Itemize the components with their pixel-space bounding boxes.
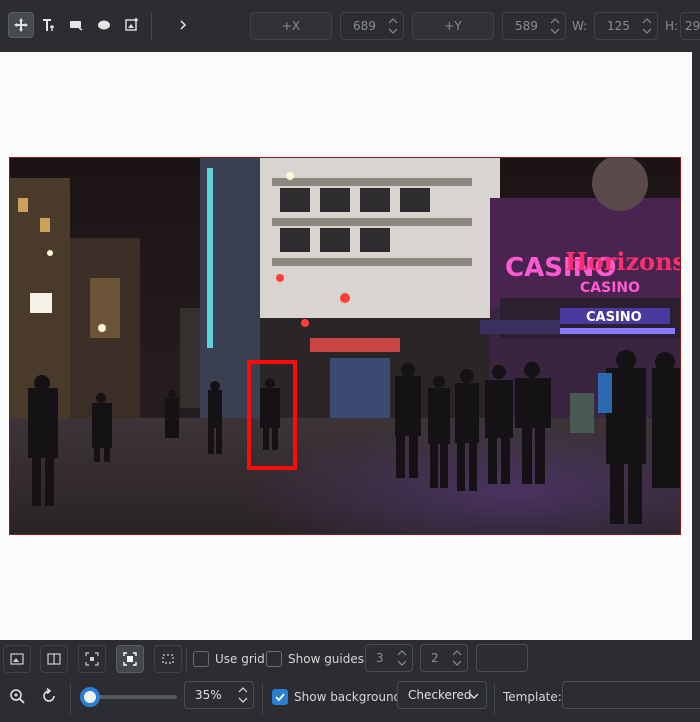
fit-to-window-button[interactable] — [78, 645, 106, 673]
show-background-label: Show background — [294, 690, 402, 704]
guides-rows-value: 2 — [431, 651, 439, 665]
zoom-input[interactable]: 35% — [184, 681, 254, 709]
editor-window: +X 689 +Y 589 W: 125 H: 29 CASINO Horizo… — [0, 0, 700, 722]
checkmark-icon — [275, 693, 285, 702]
svg-text:CASINO: CASINO — [586, 310, 642, 325]
guides-columns-stepper[interactable] — [396, 648, 408, 668]
bg-divider — [262, 683, 263, 715]
guides-rows-input[interactable]: 2 — [420, 644, 468, 672]
svg-text:CASINO: CASINO — [580, 280, 640, 296]
rectangle-tool-button[interactable] — [63, 12, 89, 38]
text-tool-button[interactable] — [36, 12, 62, 38]
ellipse-icon — [98, 20, 110, 30]
top-toolbar: +X 689 +Y 589 W: 125 H: 29 — [0, 0, 700, 52]
height-label: H: — [665, 19, 679, 33]
more-tools-button[interactable] — [170, 12, 196, 38]
y-position-value: 589 — [515, 19, 538, 33]
dashed-selection-icon — [162, 654, 174, 664]
fit-selection-button[interactable] — [116, 645, 144, 673]
add-y-button[interactable]: +Y — [412, 12, 494, 40]
rectangle-icon — [70, 21, 83, 31]
bottom-divider — [186, 647, 187, 671]
y-position-input[interactable]: 589 — [502, 12, 566, 40]
text-cursor-icon — [43, 19, 54, 31]
select-region-button[interactable] — [154, 645, 182, 673]
image-edit-icon — [10, 653, 24, 665]
template-label: Template: — [503, 690, 562, 704]
vertical-scrollbar[interactable] — [692, 52, 700, 640]
background-mode-select[interactable]: Checkered — [397, 681, 487, 709]
street-photo[interactable]: CASINO Horizons CASINO CASINO — [9, 157, 681, 535]
add-x-button[interactable]: +X — [250, 12, 332, 40]
chevron-down-icon — [469, 693, 479, 699]
zoom-button[interactable] — [4, 683, 30, 709]
zoom-slider-thumb[interactable] — [80, 687, 100, 707]
guides-columns-value: 3 — [376, 651, 384, 665]
show-background-checkbox[interactable] — [272, 689, 288, 705]
chevron-right-icon — [180, 20, 187, 30]
canvas-options-bar: Use grid Show guides: 3 2 — [0, 641, 700, 677]
show-guides-label: Show guides: — [288, 652, 369, 666]
zoom-value: 35% — [195, 688, 222, 702]
height-value: 29 — [685, 19, 700, 33]
zoom-divider — [70, 683, 71, 715]
add-image-icon — [125, 18, 138, 31]
edit-image-button[interactable] — [3, 645, 31, 673]
reset-zoom-button[interactable] — [36, 683, 62, 709]
background-mode-value: Checkered — [408, 688, 472, 702]
guides-columns-input[interactable]: 3 — [365, 644, 413, 672]
x-stepper-arrows[interactable] — [387, 16, 399, 36]
width-label: W: — [572, 19, 588, 33]
width-input[interactable]: 125 — [594, 12, 658, 40]
focus-icon — [123, 652, 137, 666]
move-tool-button[interactable] — [8, 12, 34, 38]
fit-icon — [85, 652, 99, 666]
y-stepper-arrows[interactable] — [549, 16, 561, 36]
split-view-button[interactable] — [40, 645, 68, 673]
selection-rectangle[interactable] — [247, 360, 297, 470]
zoom-stepper[interactable] — [237, 685, 249, 705]
template-divider — [494, 683, 495, 715]
horizons-sign: Horizons — [565, 247, 681, 276]
ellipse-tool-button[interactable] — [91, 12, 117, 38]
guides-rows-stepper[interactable] — [451, 648, 463, 668]
night-street-scene: CASINO Horizons CASINO CASINO — [10, 158, 681, 534]
width-value: 125 — [607, 19, 630, 33]
width-stepper-arrows[interactable] — [641, 16, 653, 36]
use-grid-label: Use grid — [215, 652, 265, 666]
refresh-icon — [43, 688, 55, 702]
height-input[interactable]: 29 — [680, 12, 700, 40]
toolbar-divider — [151, 12, 152, 40]
template-input[interactable] — [562, 681, 700, 709]
move-icon — [14, 18, 28, 32]
zoom-icon — [10, 689, 25, 704]
image-tool-button[interactable] — [119, 12, 145, 38]
use-grid-checkbox[interactable] — [193, 651, 209, 667]
guide-color-swatch[interactable] — [476, 644, 528, 672]
show-guides-checkbox[interactable] — [266, 651, 282, 667]
x-position-input[interactable]: 689 — [340, 12, 404, 40]
x-position-value: 689 — [353, 19, 376, 33]
columns-icon — [47, 653, 61, 665]
